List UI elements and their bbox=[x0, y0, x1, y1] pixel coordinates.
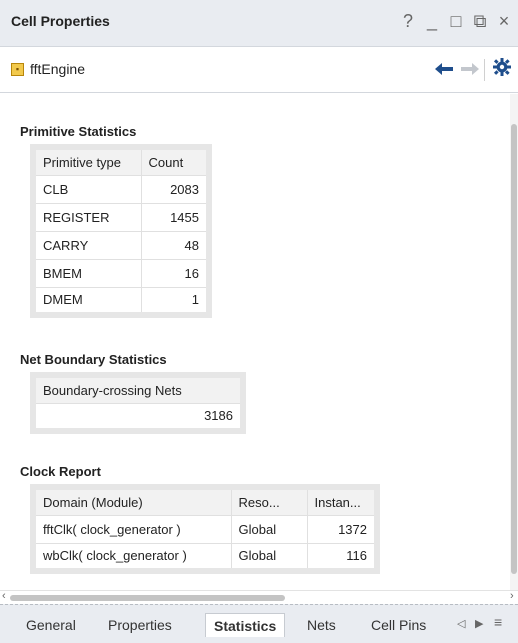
gear-icon bbox=[493, 58, 511, 76]
table-cell: REGISTER bbox=[32, 202, 142, 232]
table-header-row: Primitive type Count bbox=[32, 146, 210, 176]
close-icon[interactable]: × bbox=[492, 9, 516, 33]
vertical-scrollbar-thumb[interactable] bbox=[511, 124, 517, 574]
tab-general[interactable]: General bbox=[18, 613, 84, 637]
maximize-icon[interactable]: □ bbox=[444, 9, 468, 33]
tab-nets[interactable]: Nets bbox=[299, 613, 344, 637]
column-header[interactable]: Reso... bbox=[230, 486, 308, 516]
table-cell: 1372 bbox=[306, 514, 378, 544]
column-header[interactable]: Boundary-crossing Nets bbox=[32, 374, 244, 404]
arrow-left-icon bbox=[435, 63, 453, 75]
help-icon[interactable]: ? bbox=[396, 9, 420, 33]
toolbar: ▪ fftEngine bbox=[0, 47, 518, 93]
table-row[interactable]: 3186 bbox=[32, 402, 244, 432]
table-cell: 3186 bbox=[32, 402, 244, 432]
tab-scroll-left-icon[interactable]: ◁ bbox=[457, 617, 465, 630]
tab-menu-icon[interactable]: ≡ bbox=[494, 614, 502, 630]
primitive-statistics-title: Primitive Statistics bbox=[20, 124, 137, 139]
toolbar-separator bbox=[484, 59, 485, 81]
window-title: Cell Properties bbox=[11, 13, 110, 29]
statistics-panel: Primitive Statistics Primitive type Coun… bbox=[0, 94, 510, 590]
primitive-statistics-table: Primitive type Count CLB 2083 REGISTER 145… bbox=[30, 144, 212, 318]
table-cell: CLB bbox=[32, 174, 142, 204]
table-cell: 1 bbox=[140, 286, 210, 316]
clock-report-table: Domain (Module) Reso... Instan... fftClk… bbox=[30, 484, 380, 574]
horizontal-scrollbar-thumb[interactable] bbox=[10, 595, 285, 601]
scroll-left-icon[interactable]: ‹ bbox=[2, 590, 6, 602]
table-cell: 1455 bbox=[140, 202, 210, 232]
settings-button[interactable] bbox=[490, 58, 514, 82]
table-cell: CARRY bbox=[32, 230, 142, 260]
table-cell: 116 bbox=[306, 542, 378, 572]
table-cell: 16 bbox=[140, 258, 210, 288]
tab-properties[interactable]: Properties bbox=[100, 613, 180, 637]
tab-statistics[interactable]: Statistics bbox=[205, 613, 286, 637]
table-row[interactable]: fftClk( clock_generator ) Global 1372 bbox=[32, 514, 378, 544]
table-row[interactable]: wbClk( clock_generator ) Global 116 bbox=[32, 542, 378, 572]
column-header[interactable]: Primitive type bbox=[32, 146, 142, 176]
column-header[interactable]: Domain (Module) bbox=[32, 486, 232, 516]
table-row[interactable]: CLB 2083 bbox=[32, 174, 210, 204]
table-cell: 2083 bbox=[140, 174, 210, 204]
table-row[interactable]: DMEM 1 bbox=[32, 286, 210, 316]
scroll-right-icon[interactable]: › bbox=[510, 590, 514, 602]
column-header[interactable]: Instan... bbox=[306, 486, 378, 516]
table-header-row: Boundary-crossing Nets bbox=[32, 374, 244, 404]
table-cell: DMEM bbox=[32, 286, 142, 316]
clock-report-title: Clock Report bbox=[20, 464, 101, 479]
float-icon[interactable]: ⧉ bbox=[468, 9, 492, 33]
net-boundary-title: Net Boundary Statistics bbox=[20, 352, 167, 367]
net-boundary-table: Boundary-crossing Nets 3186 bbox=[30, 372, 246, 434]
table-cell: Global bbox=[230, 514, 308, 544]
back-button[interactable] bbox=[432, 58, 456, 82]
table-row[interactable]: REGISTER 1455 bbox=[32, 202, 210, 232]
table-cell: fftClk( clock_generator ) bbox=[32, 514, 232, 544]
tab-bar: General Properties Statistics Nets Cell … bbox=[0, 604, 518, 643]
object-name: fftEngine bbox=[30, 61, 86, 77]
minimize-icon[interactable]: _ bbox=[420, 9, 444, 33]
table-cell: Global bbox=[230, 542, 308, 572]
title-bar: Cell Properties ? _ □ ⧉ × bbox=[0, 0, 518, 47]
table-row[interactable]: BMEM 16 bbox=[32, 258, 210, 288]
arrow-right-icon bbox=[461, 63, 479, 75]
cell-icon: ▪ bbox=[11, 63, 24, 76]
table-cell: 48 bbox=[140, 230, 210, 260]
vertical-scrollbar[interactable] bbox=[510, 94, 518, 590]
table-cell: BMEM bbox=[32, 258, 142, 288]
forward-button[interactable] bbox=[458, 58, 482, 82]
horizontal-scrollbar[interactable]: ‹ › bbox=[0, 590, 518, 604]
table-row[interactable]: CARRY 48 bbox=[32, 230, 210, 260]
tab-cell-pins[interactable]: Cell Pins bbox=[363, 613, 434, 637]
column-header[interactable]: Count bbox=[140, 146, 210, 176]
table-cell: wbClk( clock_generator ) bbox=[32, 542, 232, 572]
table-header-row: Domain (Module) Reso... Instan... bbox=[32, 486, 378, 516]
tab-scroll-right-icon[interactable]: ▶ bbox=[475, 617, 483, 630]
